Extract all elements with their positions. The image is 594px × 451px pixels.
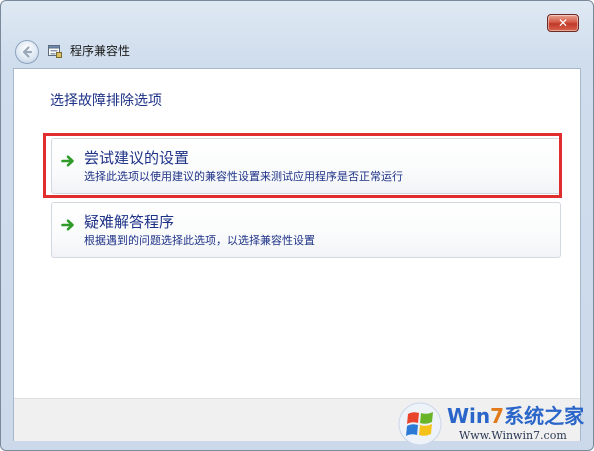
- watermark: Win7系统之家 Www.Winwin7.com: [397, 401, 591, 447]
- back-arrow-icon: [22, 46, 33, 58]
- option-description: 根据遇到的问题选择此选项，以选择兼容性设置: [84, 234, 315, 247]
- watermark-brand: Win7系统之家: [447, 404, 584, 428]
- watermark-url: Www.Winwin7.com: [459, 429, 567, 442]
- watermark-brand-prefix: Win: [447, 404, 491, 428]
- watermark-brand-seven: 7: [490, 404, 505, 428]
- page-heading: 选择故障排除选项: [50, 93, 162, 109]
- window-title: 程序兼容性: [70, 44, 131, 58]
- green-arrow-icon: [61, 219, 74, 231]
- windows-logo-icon: [398, 402, 442, 446]
- window: ✕ 程序兼容性 选择故障排除选项 尝试建议的设置 选择此选项以使用建议的兼容性设…: [0, 0, 594, 451]
- back-button[interactable]: [15, 40, 39, 64]
- highlight-box: [43, 133, 562, 198]
- watermark-brand-suffix: 系统之家: [504, 404, 585, 428]
- option-title: 疑难解答程序: [84, 213, 175, 231]
- content-panel: 选择故障排除选项 尝试建议的设置 选择此选项以使用建议的兼容性设置来测试应用程序…: [13, 68, 581, 441]
- option-troubleshoot-program[interactable]: 疑难解答程序 根据遇到的问题选择此选项，以选择兼容性设置: [51, 202, 561, 258]
- close-icon: ✕: [557, 16, 569, 30]
- close-button[interactable]: ✕: [547, 14, 579, 32]
- program-compatibility-icon: [48, 45, 62, 58]
